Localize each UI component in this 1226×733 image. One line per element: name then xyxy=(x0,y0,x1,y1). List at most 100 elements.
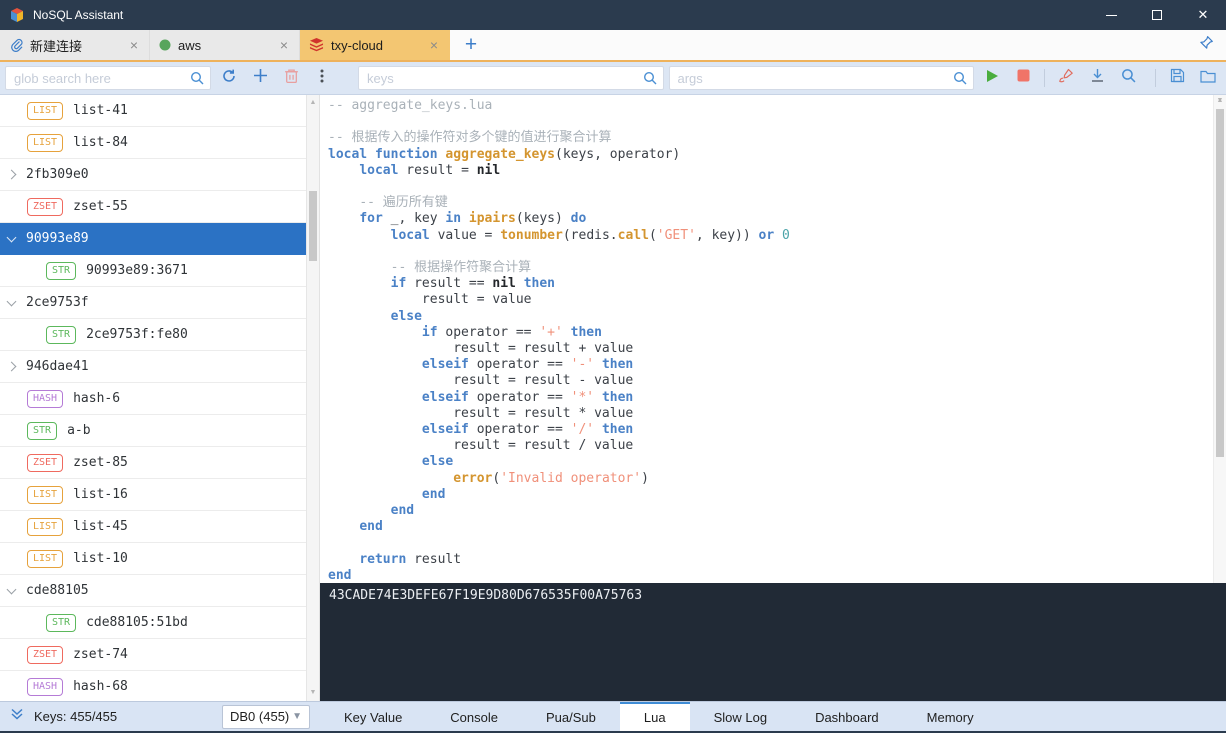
toolbar xyxy=(0,62,1226,95)
tree-key-zset-74[interactable]: ZSET zset-74 xyxy=(0,639,306,671)
clear-button[interactable] xyxy=(1053,65,1079,91)
view-tab-slow-log[interactable]: Slow Log xyxy=(690,702,791,731)
tree-key-a-b[interactable]: STR a-b xyxy=(0,415,306,447)
close-tab-icon[interactable]: × xyxy=(128,37,140,53)
tree-key-zset-55[interactable]: ZSET zset-55 xyxy=(0,191,306,223)
close-button[interactable]: ✕ xyxy=(1180,0,1226,30)
maximize-button[interactable] xyxy=(1134,0,1180,30)
search-icon xyxy=(190,71,204,85)
key-label: cde88105 xyxy=(26,583,89,598)
keys-input[interactable] xyxy=(359,70,643,86)
search-script-button[interactable] xyxy=(1115,65,1141,91)
chevron-right-icon[interactable] xyxy=(6,361,17,372)
tree-key-list-84[interactable]: LIST list-84 xyxy=(0,127,306,159)
view-tab-lua[interactable]: Lua xyxy=(619,702,690,731)
window-controls: ✕ xyxy=(1088,0,1226,30)
key-label: 2ce9753f xyxy=(26,295,89,310)
key-label: list-45 xyxy=(73,519,128,534)
tree-key-list-16[interactable]: LIST list-16 xyxy=(0,479,306,511)
view-tab-memory[interactable]: Memory xyxy=(903,702,998,731)
view-tab-pua-sub[interactable]: Pua/Sub xyxy=(522,702,620,731)
open-script-button[interactable] xyxy=(1195,65,1221,91)
tree-key-list-10[interactable]: LIST list-10 xyxy=(0,543,306,575)
editor-scrollbar-thumb[interactable] xyxy=(1216,109,1224,457)
plus-icon: + xyxy=(464,33,478,56)
chevron-right-icon[interactable] xyxy=(6,169,17,180)
tree-folder-2ce9753f[interactable]: 2ce9753f xyxy=(0,287,306,319)
key-label: cde88105:51bd xyxy=(86,615,188,630)
tree-key-2ce9753f:fe80[interactable]: STR 2ce9753f:fe80 xyxy=(0,319,306,351)
tree-key-zset-85[interactable]: ZSET zset-85 xyxy=(0,447,306,479)
tree-folder-90993e89[interactable]: 90993e89 xyxy=(0,223,306,255)
view-tab-label: Key Value xyxy=(344,710,403,725)
tree-key-90993e89:3671[interactable]: STR 90993e89:3671 xyxy=(0,255,306,287)
sidebar-scrollbar[interactable]: ▲ ▼ xyxy=(306,95,319,701)
pin-icon xyxy=(1199,35,1214,55)
minimize-button[interactable] xyxy=(1088,0,1134,30)
close-tab-icon[interactable]: × xyxy=(278,37,290,53)
stop-script-button[interactable] xyxy=(1010,65,1036,91)
view-tab-key-value[interactable]: Key Value xyxy=(320,702,426,731)
save-script-button[interactable] xyxy=(1164,65,1190,91)
collapse-all-button[interactable] xyxy=(10,707,24,726)
code-line: local function aggregate_keys(keys, oper… xyxy=(328,146,681,162)
connection-tab-新建连接[interactable]: 新建连接 × xyxy=(0,30,150,60)
download-button[interactable] xyxy=(1084,65,1110,91)
connection-tab-txy-cloud[interactable]: txy-cloud × xyxy=(300,30,450,60)
view-tab-label: Console xyxy=(450,710,498,725)
chevron-down-icon[interactable] xyxy=(6,584,17,594)
chevron-down-icon[interactable] xyxy=(6,296,17,306)
tree-key-cde88105:51bd[interactable]: STR cde88105:51bd xyxy=(0,607,306,639)
connection-tabstrip: 新建连接 × aws × txy-cloud × + xyxy=(0,30,1226,62)
run-script-button[interactable] xyxy=(979,65,1005,91)
editor-scrollbar[interactable]: ▲ ▼ xyxy=(1213,95,1226,583)
tree-folder-cde88105[interactable]: cde88105 xyxy=(0,575,306,607)
code-line: -- 根据操作符聚合计算 xyxy=(390,260,532,276)
view-tab-console[interactable]: Console xyxy=(426,702,522,731)
type-badge-str: STR xyxy=(46,613,77,632)
tree-key-hash-68[interactable]: HASH hash-68 xyxy=(0,671,306,701)
code-line: local result = nil xyxy=(359,162,501,178)
lua-code-editor[interactable]: -- aggregate_keys.lua -- 根据传入的操作符对多个键的值进… xyxy=(320,95,1213,583)
tree-folder-946dae41[interactable]: 946dae41 xyxy=(0,351,306,383)
tree-key-hash-6[interactable]: HASH hash-6 xyxy=(0,383,306,415)
key-label: list-16 xyxy=(73,487,128,502)
green-db-icon xyxy=(159,39,171,51)
scroll-down-icon[interactable]: ▼ xyxy=(307,687,319,699)
delete-key-button[interactable] xyxy=(278,65,304,91)
view-tab-dashboard[interactable]: Dashboard xyxy=(791,702,903,731)
add-key-button[interactable] xyxy=(247,65,273,91)
type-badge-zset: ZSET xyxy=(27,645,64,664)
type-badge-list: LIST xyxy=(27,517,64,536)
connection-tab-aws[interactable]: aws × xyxy=(150,30,300,60)
new-connection-tab-button[interactable]: + xyxy=(450,30,492,60)
tree-key-list-41[interactable]: LIST list-41 xyxy=(0,95,306,127)
code-line: else xyxy=(390,308,422,324)
folder-icon xyxy=(1200,69,1216,88)
pin-button[interactable] xyxy=(1199,30,1214,60)
search-icon xyxy=(953,71,967,85)
tree-folder-2fb309e0[interactable]: 2fb309e0 xyxy=(0,159,306,191)
scroll-up-icon[interactable]: ▲ xyxy=(307,97,319,109)
plus-icon xyxy=(253,68,268,88)
redis-icon xyxy=(309,38,324,52)
chevron-down-icon[interactable] xyxy=(6,232,17,242)
more-menu-button[interactable] xyxy=(309,65,335,91)
glob-search-input[interactable] xyxy=(6,70,190,86)
close-tab-icon[interactable]: × xyxy=(428,37,440,53)
key-label: 90993e89 xyxy=(26,231,89,246)
view-tab-label: Dashboard xyxy=(815,710,879,725)
app-window: NoSQL Assistant ✕ 新建连接 × aws × txy-cloud × + xyxy=(0,0,1226,733)
type-badge-str: STR xyxy=(27,421,58,440)
sidebar-scrollbar-thumb[interactable] xyxy=(309,191,317,261)
scroll-down-icon[interactable]: ▼ xyxy=(1214,95,1226,107)
tree-key-list-45[interactable]: LIST list-45 xyxy=(0,511,306,543)
code-line: elseif operator == '*' then xyxy=(421,389,634,405)
refresh-button[interactable] xyxy=(216,65,242,91)
brush-icon xyxy=(1058,68,1074,89)
code-line: for _, key in ipairs(keys) do xyxy=(359,211,587,227)
type-badge-list: LIST xyxy=(27,485,64,504)
args-input[interactable] xyxy=(669,70,953,86)
db-select[interactable]: DB0 (455) ▼ xyxy=(222,704,310,729)
key-label: zset-85 xyxy=(73,455,128,470)
